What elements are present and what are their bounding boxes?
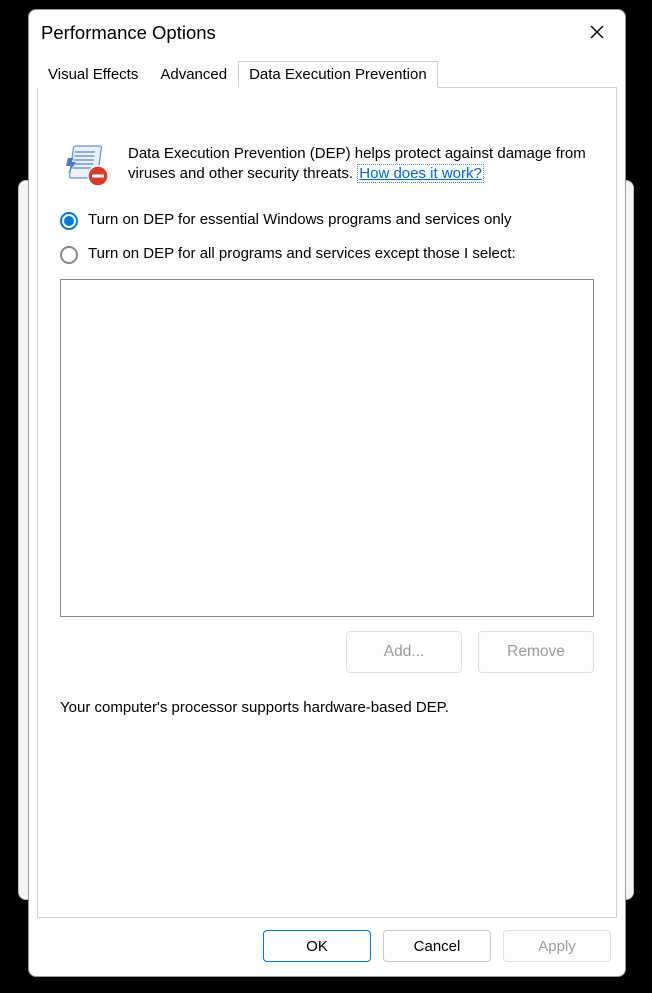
dep-radio-group: Turn on DEP for essential Windows progra…: [60, 210, 594, 265]
how-does-it-work-link[interactable]: How does it work?: [357, 164, 484, 183]
close-icon: [590, 25, 604, 39]
ok-button[interactable]: OK: [263, 930, 371, 962]
apply-button[interactable]: Apply: [503, 930, 611, 962]
radio-option-all-except[interactable]: Turn on DEP for all programs and service…: [60, 244, 594, 264]
tab-strip: Visual Effects Advanced Data Execution P…: [29, 54, 625, 87]
tab-advanced[interactable]: Advanced: [149, 61, 238, 88]
performance-options-dialog: Performance Options Visual Effects Advan…: [28, 9, 626, 977]
window-title: Performance Options: [41, 20, 577, 44]
tab-visual-effects[interactable]: Visual Effects: [37, 61, 149, 88]
radio-label-all-except: Turn on DEP for all programs and service…: [88, 244, 536, 264]
dep-status-text: Your computer's processor supports hardw…: [60, 699, 594, 716]
titlebar: Performance Options: [29, 10, 625, 54]
radio-button-icon: [60, 246, 78, 264]
dialog-button-row: OK Cancel Apply: [29, 918, 625, 976]
remove-button[interactable]: Remove: [478, 631, 594, 673]
cancel-button[interactable]: Cancel: [383, 930, 491, 962]
tab-data-execution-prevention[interactable]: Data Execution Prevention: [238, 61, 438, 88]
dep-shield-icon: [62, 144, 110, 188]
dep-tab-panel: Data Execution Prevention (DEP) helps pr…: [37, 87, 617, 918]
dep-intro-text: Data Execution Prevention (DEP) helps pr…: [128, 144, 594, 185]
radio-label-essential: Turn on DEP for essential Windows progra…: [88, 210, 532, 230]
radio-option-essential[interactable]: Turn on DEP for essential Windows progra…: [60, 210, 594, 230]
dep-exception-listbox[interactable]: [60, 279, 594, 617]
close-button[interactable]: [577, 16, 617, 48]
add-button[interactable]: Add...: [346, 631, 462, 673]
radio-button-icon: [60, 212, 78, 230]
